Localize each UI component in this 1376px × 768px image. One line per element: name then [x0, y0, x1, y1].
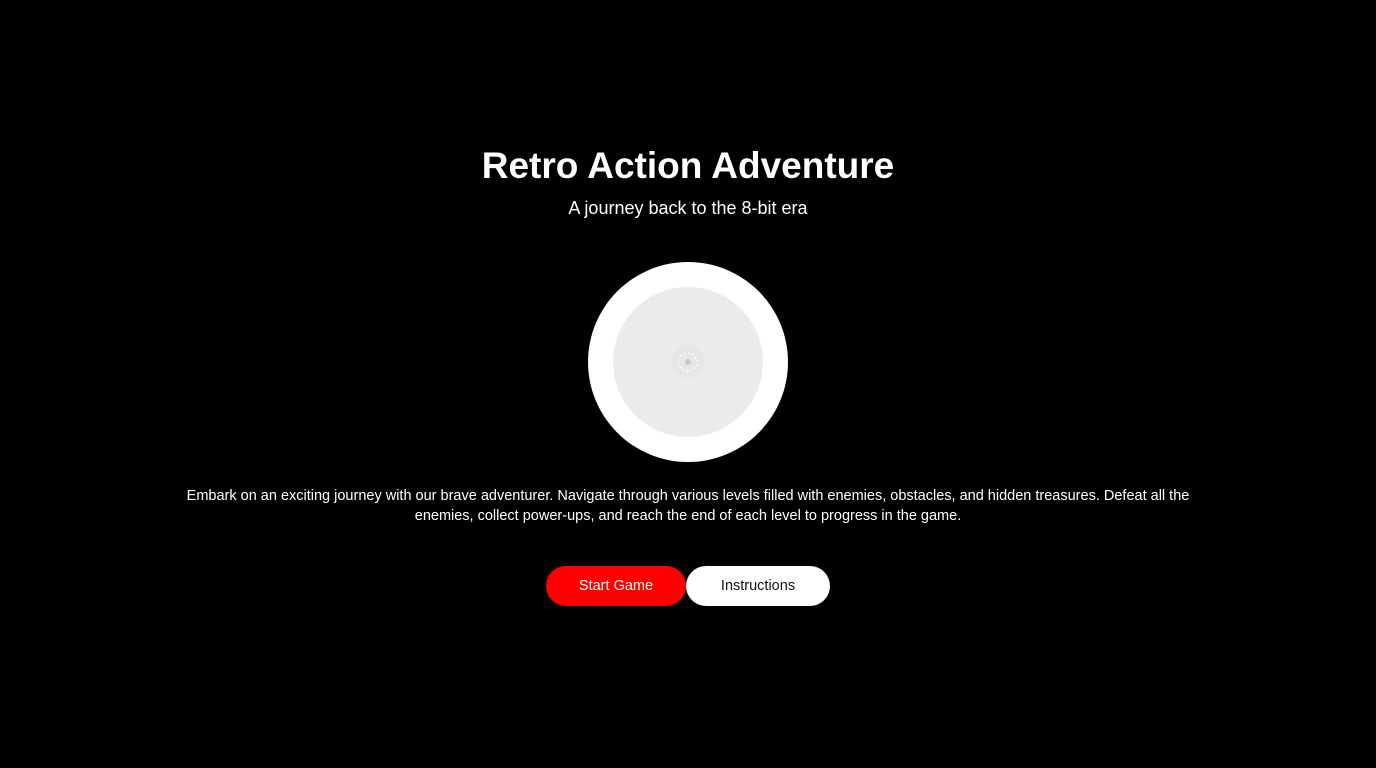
game-description: Embark on an exciting journey with our b… [186, 488, 1190, 524]
spinner-dot [685, 359, 691, 365]
start-game-button[interactable]: Start Game [546, 566, 686, 606]
hero-image-frame [588, 262, 788, 462]
instructions-button[interactable]: Instructions [686, 566, 830, 606]
loading-spinner-icon [671, 345, 705, 379]
page-title: Retro Action Adventure [481, 145, 895, 186]
page-subtitle: A journey back to the 8-bit era [568, 198, 808, 218]
hero-image-placeholder [613, 287, 763, 437]
game-landing-page: Retro Action Adventure A journey back to… [0, 0, 1376, 768]
action-buttons: Start Game Instructions [546, 566, 830, 606]
